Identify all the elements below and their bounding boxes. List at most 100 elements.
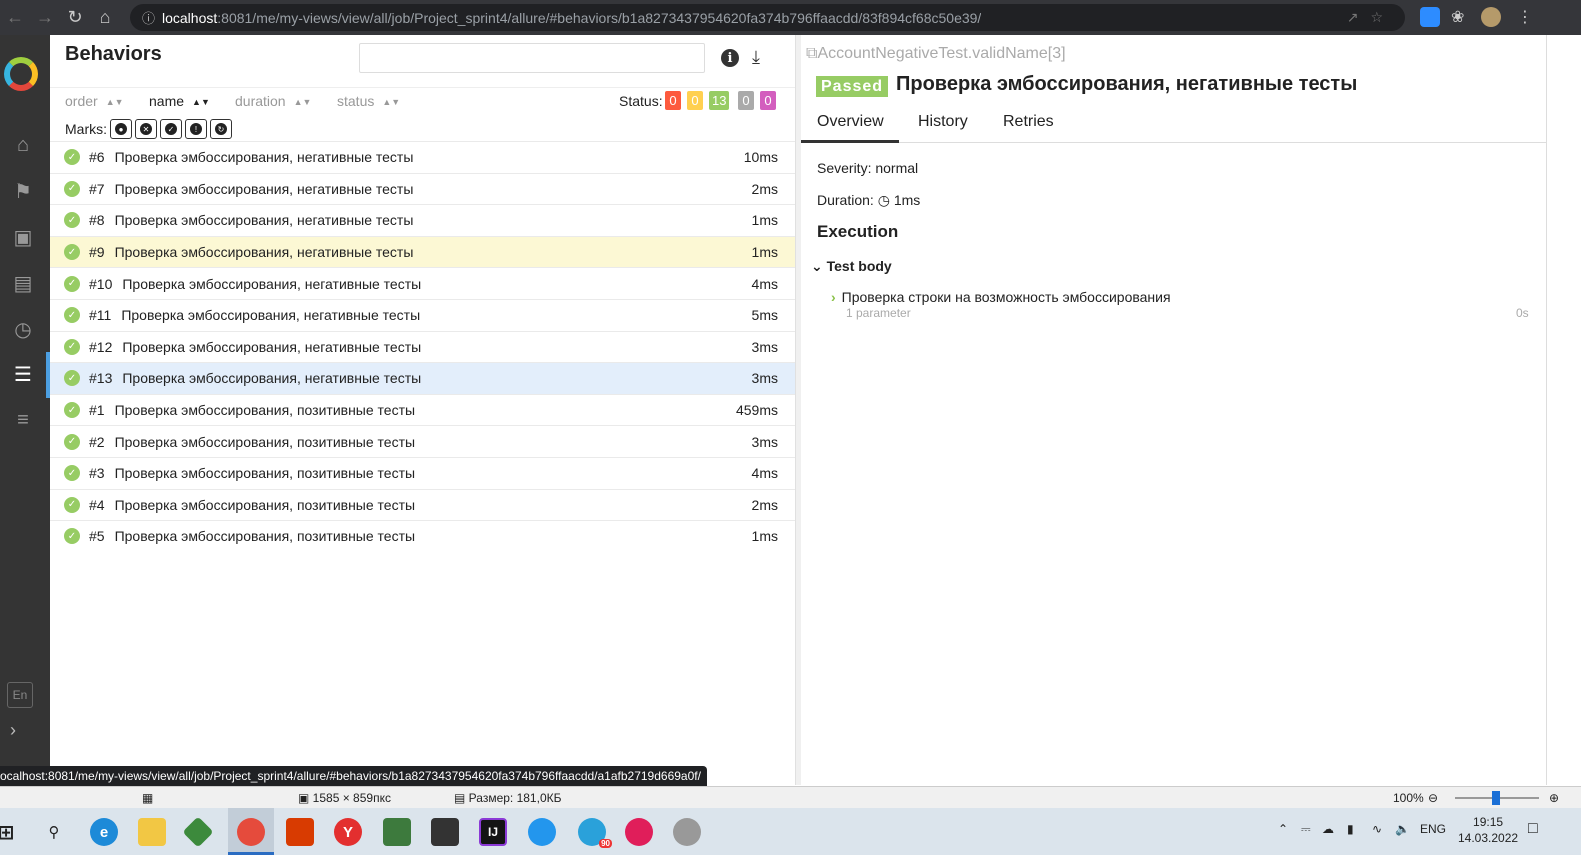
chevron-down-icon: ⌄ [811,258,823,274]
allure-logo[interactable] [4,57,38,91]
behaviors-list-icon[interactable]: ☰ [0,357,46,391]
test-list: ✓ #6 Проверка эмбоссирования, негативные т… [50,141,795,552]
packages-lines-icon[interactable]: ≡ [0,403,46,437]
mark-retries-icon[interactable]: ↻ [210,119,232,139]
wifi-icon[interactable]: ∿ [1372,822,1382,836]
back-arrow-icon[interactable]: ← [0,3,30,33]
test-duration: 2ms [751,180,778,197]
graphs-chart-icon[interactable]: ▤ [0,266,46,300]
suites-briefcase-icon[interactable]: ▣ [0,220,46,254]
mark-new-failed-icon[interactable]: ✕ [135,119,157,139]
tab-overview[interactable]: Overview [817,113,884,131]
edge-browser-icon[interactable]: e [90,818,118,846]
categories-flag-icon[interactable]: ⚑ [0,174,46,208]
status-unknown-badge[interactable]: 0 [760,91,776,110]
search-input[interactable] [359,43,705,73]
sort-order[interactable]: order ▲▼ [65,93,124,109]
test-name: Проверка эмбоссирования, негативные тест… [122,338,422,355]
office-icon[interactable] [286,818,314,846]
table-row[interactable]: ✓ #5 Проверка эмбоссирования, позитивные т… [50,520,795,552]
file-explorer-icon[interactable] [138,818,166,846]
notifications-icon[interactable]: □ [1528,820,1538,838]
test-number: #10 [89,275,113,292]
table-row[interactable]: ✓ #9 Проверка эмбоссирования, негативные т… [50,235,795,268]
windows-start-icon[interactable]: ⊞ [0,818,20,846]
table-row[interactable]: ✓ #8 Проверка эмбоссирования, негативные т… [50,204,795,236]
yandex-browser-icon[interactable]: Y [334,818,362,846]
step-item[interactable]: › Проверка строки на возможность эмбоссир… [831,289,1171,305]
volume-icon[interactable]: 🔈 [1395,822,1410,836]
sort-name[interactable]: name ▲▼ [149,93,210,109]
table-row[interactable]: ✓ #11 Проверка эмбоссирования, негативные … [50,298,795,331]
notepad-plus-plus-icon[interactable] [383,818,411,846]
test-number: #6 [89,149,105,166]
info-icon[interactable]: i [721,49,739,67]
test-duration: 10ms [743,149,778,166]
timeline-clock-icon[interactable]: ◷ [0,312,46,346]
table-row[interactable]: ✓ #13 Проверка эмбоссирования, негативные … [50,362,795,394]
extensions-puzzle-icon[interactable]: ❀ [1451,7,1471,27]
test-duration: 4ms [751,465,778,482]
tab-history[interactable]: History [918,113,968,131]
status-failed-badge[interactable]: 0 [665,91,681,110]
telegram-icon[interactable]: 90 [578,818,612,848]
status-broken-badge[interactable]: 0 [687,91,703,110]
page-scrollbar[interactable] [1546,35,1581,785]
zoom-extension-icon[interactable] [1420,7,1440,27]
paint-icon[interactable] [673,818,701,846]
tray-overflow-chevron-icon[interactable]: ⌃ [1278,822,1288,836]
mark-flaky-icon[interactable]: ● [110,119,132,139]
table-row[interactable]: ✓ #10 Проверка эмбоссирования, негативные … [50,267,795,299]
mark-new-broken-icon[interactable]: ! [185,119,207,139]
bookmark-star-icon[interactable]: ↗☆ [1347,9,1395,26]
test-name: Проверка эмбоссирования, позитивные тест… [114,433,416,450]
terminal-icon[interactable] [431,818,459,846]
battery-icon[interactable]: ▮ [1347,822,1354,836]
tab-retries[interactable]: Retries [1003,113,1054,131]
reload-icon[interactable]: ↻ [60,3,90,33]
zoom-level: 100% [1393,791,1424,805]
language-switch[interactable]: En [7,682,33,708]
slack-icon[interactable] [625,818,653,846]
table-row[interactable]: ✓ #12 Проверка эмбоссирования, негативные … [50,330,795,363]
intellij-idea-icon[interactable]: IJ [479,818,507,846]
search-icon[interactable]: ⚲ [40,818,68,846]
sort-status[interactable]: status ▲▼ [337,93,400,109]
expand-sidebar-chevron-icon[interactable]: › [10,720,16,741]
docker-icon[interactable] [528,818,556,846]
sort-duration[interactable]: duration ▲▼ [235,93,311,109]
chevron-right-icon: › [831,289,836,305]
git-icon[interactable] [182,816,214,848]
input-language[interactable]: ENG [1420,822,1446,836]
test-body-toggle[interactable]: ⌄ Test body [811,258,892,275]
zoom-slider-thumb[interactable] [1492,791,1500,805]
forward-arrow-icon[interactable]: → [30,3,60,33]
table-row[interactable]: ✓ #2 Проверка эмбоссирования, позитивные т… [50,425,795,457]
browser-toolbar: ← → ↻ ⌂ ⓘ localhost:8081/me/my-views/vie… [0,0,1581,35]
mark-new-passed-icon[interactable]: ✓ [160,119,182,139]
table-row[interactable]: ✓ #3 Проверка эмбоссирования, позитивные т… [50,456,795,489]
overview-home-icon[interactable]: ⌂ [0,128,46,162]
table-row[interactable]: ✓ #1 Проверка эмбоссирования, позитивные т… [50,393,795,426]
step-parameters[interactable]: 1 parameter [846,306,911,320]
tray-device-icon[interactable]: ⎓ [1301,822,1311,837]
profile-avatar[interactable] [1481,7,1501,27]
status-skipped-badge[interactable]: 0 [738,91,754,110]
table-row[interactable]: ✓ #4 Проверка эмбоссирования, позитивные т… [50,488,795,521]
site-info-icon[interactable]: ⓘ [142,8,162,27]
browser-menu-icon[interactable]: ⋮ [1515,7,1535,27]
home-icon[interactable]: ⌂ [90,3,120,33]
status-passed-badge[interactable]: 13 [709,91,730,110]
chrome-icon[interactable] [237,818,265,846]
zoom-out-icon[interactable]: ⊖ [1428,791,1438,805]
address-bar[interactable]: ⓘ localhost:8081/me/my-views/view/all/jo… [130,4,1405,31]
zoom-in-icon[interactable]: ⊕ [1549,791,1559,805]
copy-icon[interactable]: ⧉ [806,45,817,62]
behaviors-pane: Behaviors i ⤓ order ▲▼ name ▲▼ duration ▲▼ … [50,35,795,785]
download-icon[interactable]: ⤓ [752,47,760,68]
passed-check-icon: ✓ [64,149,80,166]
table-row[interactable]: ✓ #7 Проверка эмбоссирования, негативные т… [50,172,795,205]
system-clock[interactable]: 19:15 14.03.2022 [1458,814,1518,846]
table-row[interactable]: ✓ #6 Проверка эмбоссирования, негативные т… [50,141,795,173]
onedrive-cloud-icon[interactable]: ☁ [1322,822,1334,836]
